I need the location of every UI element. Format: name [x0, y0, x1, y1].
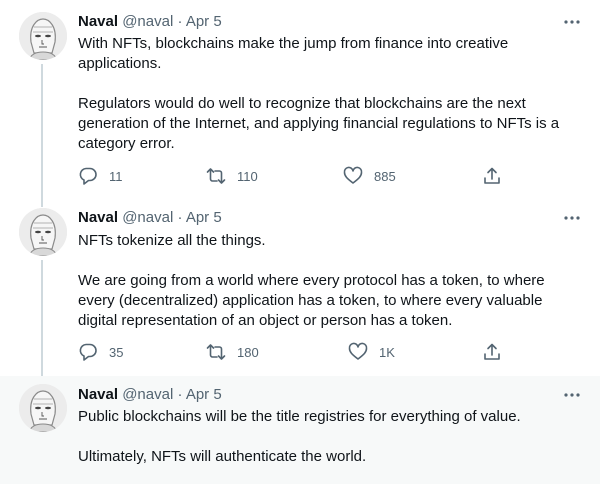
tweet-date[interactable]: Apr 5 [186, 13, 222, 30]
more-icon[interactable] [560, 12, 584, 32]
tweet-date[interactable]: Apr 5 [186, 386, 222, 403]
avatar[interactable] [19, 384, 67, 432]
author-name[interactable]: Naval [78, 13, 118, 30]
author-handle[interactable]: @naval [122, 209, 173, 226]
separator-dot: · [177, 209, 183, 226]
tweet-header: Naval @naval · Apr 5 [78, 12, 222, 32]
tweet[interactable]: Naval @naval · Apr 5 NFTs tokenize all t… [0, 200, 600, 376]
tweet-paragraph: Public blockchains will be the title reg… [78, 408, 521, 425]
tweet-date[interactable]: Apr 5 [186, 209, 222, 226]
tweet-actions: 35 180 1K [78, 340, 508, 364]
reply-icon [78, 166, 98, 186]
retweet-icon [206, 166, 226, 186]
avatar[interactable] [19, 12, 67, 60]
author-name[interactable]: Naval [78, 386, 118, 403]
retweet-button[interactable]: 110 [206, 164, 258, 188]
like-count: 1K [379, 344, 395, 360]
reply-button[interactable]: 35 [78, 340, 123, 364]
like-button[interactable]: 1K [348, 340, 395, 364]
avatar[interactable] [19, 208, 67, 256]
tweet-text: Public blockchains will be the title reg… [78, 407, 583, 467]
separator-dot: · [177, 386, 183, 403]
tweet-text: NFTs tokenize all the things. We are goi… [78, 231, 583, 331]
share-button[interactable] [482, 340, 502, 364]
retweet-button[interactable]: 180 [206, 340, 259, 364]
retweet-count: 110 [237, 168, 258, 184]
retweet-icon [206, 342, 226, 362]
heart-icon [348, 342, 368, 362]
share-icon [482, 166, 502, 186]
share-button[interactable] [482, 164, 502, 188]
tweet-paragraph: NFTs tokenize all the things. [78, 232, 266, 249]
tweet[interactable]: Naval @naval · Apr 5 With NFTs, blockcha… [0, 0, 600, 200]
author-name[interactable]: Naval [78, 209, 118, 226]
tweet-paragraph: Regulators would do well to recognize th… [78, 95, 560, 152]
reply-count: 35 [109, 344, 124, 360]
retweet-count: 180 [237, 344, 259, 360]
like-button[interactable]: 885 [343, 164, 396, 188]
heart-icon [343, 166, 363, 186]
more-icon[interactable] [560, 208, 584, 228]
reply-icon [78, 342, 98, 362]
like-count: 885 [374, 168, 396, 184]
author-handle[interactable]: @naval [122, 13, 173, 30]
tweet-actions: 11 110 885 [78, 164, 508, 188]
tweet-text: With NFTs, blockchains make the jump fro… [78, 34, 583, 154]
tweet-header: Naval @naval · Apr 5 [78, 208, 222, 228]
more-icon[interactable] [560, 385, 584, 405]
tweet-header: Naval @naval · Apr 5 [78, 385, 222, 405]
tweet-paragraph: We are going from a world where every pr… [78, 272, 545, 329]
tweet[interactable]: Naval @naval · Apr 5 Public blockchains … [0, 376, 600, 484]
author-handle[interactable]: @naval [122, 386, 173, 403]
tweet-paragraph: With NFTs, blockchains make the jump fro… [78, 35, 509, 72]
separator-dot: · [177, 13, 183, 30]
tweet-paragraph: Ultimately, NFTs will authenticate the w… [78, 448, 367, 465]
reply-button[interactable]: 11 [78, 164, 123, 188]
reply-count: 11 [109, 168, 123, 184]
share-icon [482, 342, 502, 362]
